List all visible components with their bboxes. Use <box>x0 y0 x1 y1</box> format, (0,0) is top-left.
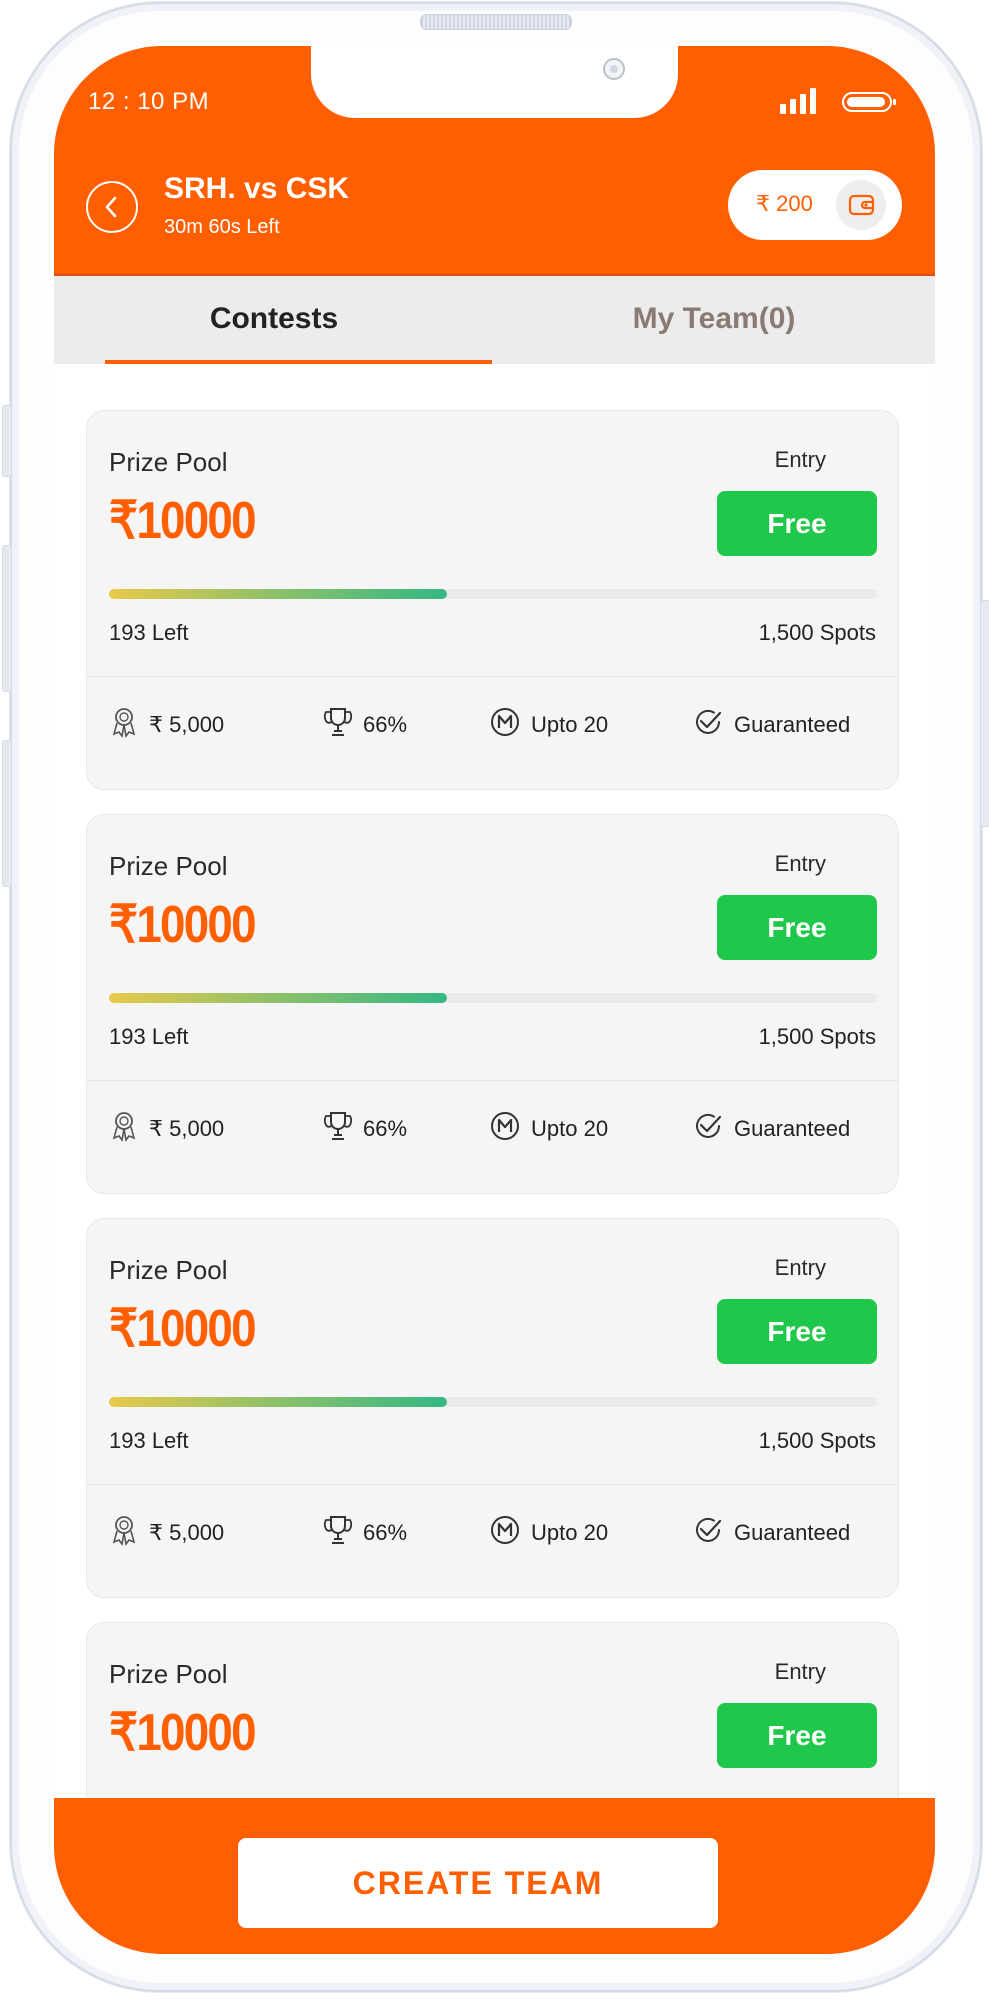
guaranteed-tag: Guaranteed <box>692 1109 850 1149</box>
total-spots: 1,500 Spots <box>758 1024 876 1049</box>
guaranteed-tag: Guaranteed <box>692 705 850 745</box>
prize-pool-amount: ₹10000 <box>109 1704 257 1762</box>
signal-icon <box>780 88 820 114</box>
entry-free-button[interactable]: Free <box>717 895 877 960</box>
back-arrow-icon <box>105 196 117 218</box>
prize-pool-amount: ₹10000 <box>109 492 257 550</box>
spots-progress-fill <box>109 993 447 1003</box>
total-spots: 1,500 Spots <box>758 620 876 645</box>
spots-progress-fill <box>109 589 447 599</box>
trophy-icon <box>323 706 353 744</box>
entry-label: Entry <box>774 447 826 472</box>
max-entries-value: Upto 20 <box>531 712 609 737</box>
win-percent: 66% <box>323 1109 407 1149</box>
spots-left: 193 Left <box>109 1024 189 1049</box>
entry-label: Entry <box>774 851 826 876</box>
entry-label: Entry <box>774 1659 826 1684</box>
side-button-left-3 <box>2 740 12 887</box>
medal-icon <box>109 1514 139 1552</box>
wallet-balance-button[interactable]: ₹ 200 <box>728 170 902 240</box>
guaranteed-label: Guaranteed <box>734 1520 851 1545</box>
entry-free-button[interactable]: Free <box>717 1299 877 1364</box>
side-button-right <box>980 600 989 827</box>
tab-contests[interactable]: Contests <box>54 276 494 364</box>
prize-pool-label: Prize Pool <box>109 1255 228 1285</box>
prize-pool-label: Prize Pool <box>109 851 228 881</box>
contest-card[interactable]: Prize Pool ₹10000 Entry Free 193 Left 1,500 S… <box>86 410 899 790</box>
side-button-left-2 <box>2 545 12 692</box>
medal-icon <box>109 706 139 744</box>
win-percent-value: 66% <box>363 1116 408 1141</box>
guaranteed-label: Guaranteed <box>734 1116 851 1141</box>
first-prize-value: ₹ 5,000 <box>149 1520 225 1545</box>
first-prize: ₹ 5,000 <box>109 1109 224 1149</box>
first-prize: ₹ 5,000 <box>109 1513 224 1553</box>
trophy-icon <box>323 1110 353 1148</box>
speaker-grille <box>420 14 572 30</box>
notch <box>311 46 678 118</box>
max-entries-value: Upto 20 <box>531 1520 609 1545</box>
max-entries: Upto 20 <box>489 705 608 745</box>
entry-free-button[interactable]: Free <box>717 1703 877 1768</box>
card-divider <box>87 1484 898 1485</box>
win-percent-value: 66% <box>363 712 408 737</box>
entry-label: Entry <box>774 1255 826 1280</box>
bottom-action-bar: CREATE TEAM <box>54 1798 935 1954</box>
total-spots: 1,500 Spots <box>758 1428 876 1453</box>
prize-pool-amount: ₹10000 <box>109 896 257 954</box>
wallet-icon <box>836 180 886 230</box>
match-time-left: 30m 60s Left <box>164 216 280 238</box>
win-percent: 66% <box>323 1513 407 1553</box>
tab-my-team[interactable]: My Team(0) <box>494 276 934 364</box>
spots-progress-fill <box>109 1397 447 1407</box>
guaranteed-tag: Guaranteed <box>692 1513 850 1553</box>
spots-progress-bar <box>109 1397 877 1407</box>
front-camera <box>603 58 625 80</box>
prize-pool-label: Prize Pool <box>109 1659 228 1689</box>
max-entries: Upto 20 <box>489 1109 608 1149</box>
prize-pool-label: Prize Pool <box>109 447 228 477</box>
m-circle-icon <box>489 1514 521 1552</box>
check-circle-icon <box>692 706 724 744</box>
side-button-left-1 <box>2 405 12 477</box>
match-title: SRH. vs CSK <box>164 172 350 205</box>
max-entries: Upto 20 <box>489 1513 608 1553</box>
trophy-icon <box>323 1514 353 1552</box>
status-time: 12 : 10 PM <box>88 88 210 115</box>
spots-progress-bar <box>109 589 877 599</box>
m-circle-icon <box>489 706 521 744</box>
battery-icon <box>842 92 896 112</box>
first-prize-value: ₹ 5,000 <box>149 1116 225 1141</box>
prize-pool-amount: ₹10000 <box>109 1300 257 1358</box>
guaranteed-label: Guaranteed <box>734 712 851 737</box>
card-divider <box>87 1080 898 1081</box>
spots-progress-bar <box>109 993 877 1003</box>
check-circle-icon <box>692 1514 724 1552</box>
contest-card[interactable]: Prize Pool ₹10000 Entry Free 193 Left 1,500 S… <box>86 1218 899 1598</box>
active-tab-indicator <box>105 360 492 364</box>
phone-screen: 12 : 10 PM SRH. vs CSK 30m 60s Left ₹ 20… <box>54 46 935 1954</box>
contest-card[interactable]: Prize Pool ₹10000 Entry Free 193 Left 1,500 S… <box>86 814 899 1194</box>
max-entries-value: Upto 20 <box>531 1116 609 1141</box>
card-divider <box>87 676 898 677</box>
create-team-button[interactable]: CREATE TEAM <box>238 1838 718 1928</box>
spots-left: 193 Left <box>109 620 189 645</box>
first-prize-value: ₹ 5,000 <box>149 712 225 737</box>
win-percent-value: 66% <box>363 1520 408 1545</box>
win-percent: 66% <box>323 705 407 745</box>
wallet-amount: ₹ 200 <box>756 191 813 216</box>
m-circle-icon <box>489 1110 521 1148</box>
app-header: 12 : 10 PM SRH. vs CSK 30m 60s Left ₹ 20… <box>54 46 935 274</box>
first-prize: ₹ 5,000 <box>109 705 224 745</box>
back-button[interactable] <box>86 181 138 233</box>
check-circle-icon <box>692 1110 724 1148</box>
entry-free-button[interactable]: Free <box>717 491 877 556</box>
spots-left: 193 Left <box>109 1428 189 1453</box>
medal-icon <box>109 1110 139 1148</box>
tab-bar: Contests My Team(0) <box>54 274 935 364</box>
